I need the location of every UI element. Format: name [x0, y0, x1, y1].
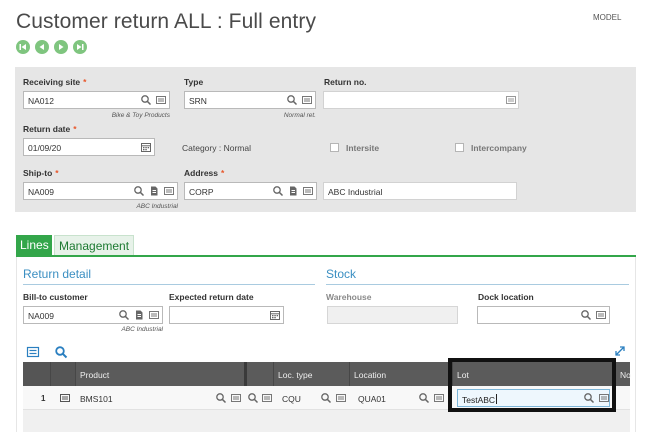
- expand-icon[interactable]: [614, 345, 626, 357]
- address-label: Address *: [184, 168, 225, 178]
- search-icon[interactable]: [272, 185, 284, 197]
- required-marker: *: [221, 168, 225, 178]
- model-label: MODEL: [593, 13, 622, 22]
- tab-lines[interactable]: Lines: [16, 235, 52, 255]
- ship-to-label: Ship-to *: [23, 168, 59, 178]
- required-marker: *: [83, 77, 87, 87]
- row-location[interactable]: QUA01: [354, 386, 386, 410]
- search-icon[interactable]: [418, 392, 430, 404]
- bill-to-customer-field[interactable]: NA009: [23, 306, 163, 324]
- search-icon[interactable]: [247, 392, 259, 404]
- row-detail-icon[interactable]: [59, 392, 71, 404]
- return-no-field[interactable]: [323, 91, 519, 109]
- search-icon[interactable]: [320, 392, 332, 404]
- ship-to-field[interactable]: NA009: [23, 182, 178, 200]
- required-marker: *: [73, 124, 77, 134]
- return-date-label: Return date *: [23, 124, 77, 134]
- grid-header-line-number: [23, 362, 51, 386]
- calendar-icon[interactable]: [269, 309, 281, 321]
- search-icon[interactable]: [580, 309, 592, 321]
- grid-header-spacer: [247, 362, 274, 386]
- search-icon[interactable]: [286, 94, 298, 106]
- stock-title: Stock: [326, 267, 357, 281]
- tab-management[interactable]: Management: [54, 235, 134, 255]
- required-marker: *: [55, 168, 59, 178]
- stock-divider: [326, 284, 629, 285]
- detail-icon[interactable]: [595, 309, 607, 321]
- row-loc-type[interactable]: CQU: [278, 386, 301, 410]
- return-no-label: Return no.: [324, 77, 367, 87]
- receiving-site-field[interactable]: NA012: [23, 91, 170, 109]
- dock-location-field[interactable]: [477, 306, 610, 324]
- calendar-icon[interactable]: [140, 141, 152, 153]
- warehouse-label: Warehouse: [326, 292, 372, 302]
- next-record-icon[interactable]: [54, 40, 68, 54]
- detail-icon[interactable]: [505, 94, 517, 106]
- document-icon[interactable]: [148, 185, 160, 197]
- search-icon[interactable]: [140, 94, 152, 106]
- last-record-icon[interactable]: [73, 40, 87, 54]
- row-line-number: 1: [41, 394, 46, 403]
- lot-highlight-box: [448, 358, 616, 412]
- grid-header-action: [51, 362, 76, 386]
- return-detail-divider: [23, 284, 315, 285]
- category-text: Category : Normal: [182, 143, 251, 153]
- grid-empty-area: [23, 410, 630, 432]
- document-icon[interactable]: [133, 309, 145, 321]
- detail-icon[interactable]: [148, 309, 160, 321]
- warehouse-field: [327, 306, 458, 324]
- grid-header-location[interactable]: Location: [350, 362, 453, 386]
- grid-search-icon[interactable]: [54, 345, 68, 359]
- page-title: Customer return ALL : Full entry: [16, 10, 317, 33]
- receiving-site-label: Receiving site *: [23, 77, 87, 87]
- type-label: Type: [184, 77, 204, 87]
- expected-return-date-field[interactable]: [169, 306, 284, 324]
- intercompany-label: Intercompany: [471, 143, 527, 153]
- return-date-field[interactable]: 01/09/20: [23, 138, 155, 156]
- return-detail-title: Return detail: [23, 267, 92, 281]
- detail-icon[interactable]: [155, 94, 167, 106]
- type-description: Normal ret.: [283, 112, 316, 119]
- address-name-field: ABC Industrial: [323, 182, 517, 200]
- address-field[interactable]: CORP: [184, 182, 317, 200]
- first-record-icon[interactable]: [16, 40, 30, 54]
- grid-header-no[interactable]: No: [616, 362, 631, 386]
- previous-record-icon[interactable]: [35, 40, 49, 54]
- detail-icon[interactable]: [163, 185, 175, 197]
- expected-return-date-label: Expected return date: [169, 292, 254, 302]
- detail-icon[interactable]: [335, 392, 347, 404]
- receiving-site-description: Bike & Toy Products: [111, 112, 170, 119]
- search-icon[interactable]: [215, 392, 227, 404]
- record-navigation: [16, 40, 87, 54]
- detail-icon[interactable]: [261, 392, 273, 404]
- document-icon[interactable]: [287, 185, 299, 197]
- ship-to-description: ABC Industrial: [136, 203, 178, 210]
- search-icon[interactable]: [118, 309, 130, 321]
- detail-icon[interactable]: [433, 392, 445, 404]
- detail-icon[interactable]: [301, 94, 313, 106]
- dock-location-label: Dock location: [478, 292, 534, 302]
- detail-icon[interactable]: [230, 392, 242, 404]
- bill-to-customer-label: Bill-to customer: [23, 292, 88, 302]
- grid-header-product[interactable]: Product: [76, 362, 247, 386]
- search-icon[interactable]: [133, 185, 145, 197]
- type-field[interactable]: SRN: [184, 91, 316, 109]
- intercompany-checkbox[interactable]: [455, 143, 464, 152]
- list-view-icon[interactable]: [26, 345, 40, 359]
- intersite-label: Intersite: [346, 143, 380, 153]
- row-product[interactable]: BMS101: [76, 386, 113, 410]
- bill-to-customer-description: ABC Industrial: [121, 326, 163, 333]
- detail-icon[interactable]: [302, 185, 314, 197]
- intersite-checkbox[interactable]: [330, 143, 339, 152]
- grid-header-loc-type[interactable]: Loc. type: [274, 362, 350, 386]
